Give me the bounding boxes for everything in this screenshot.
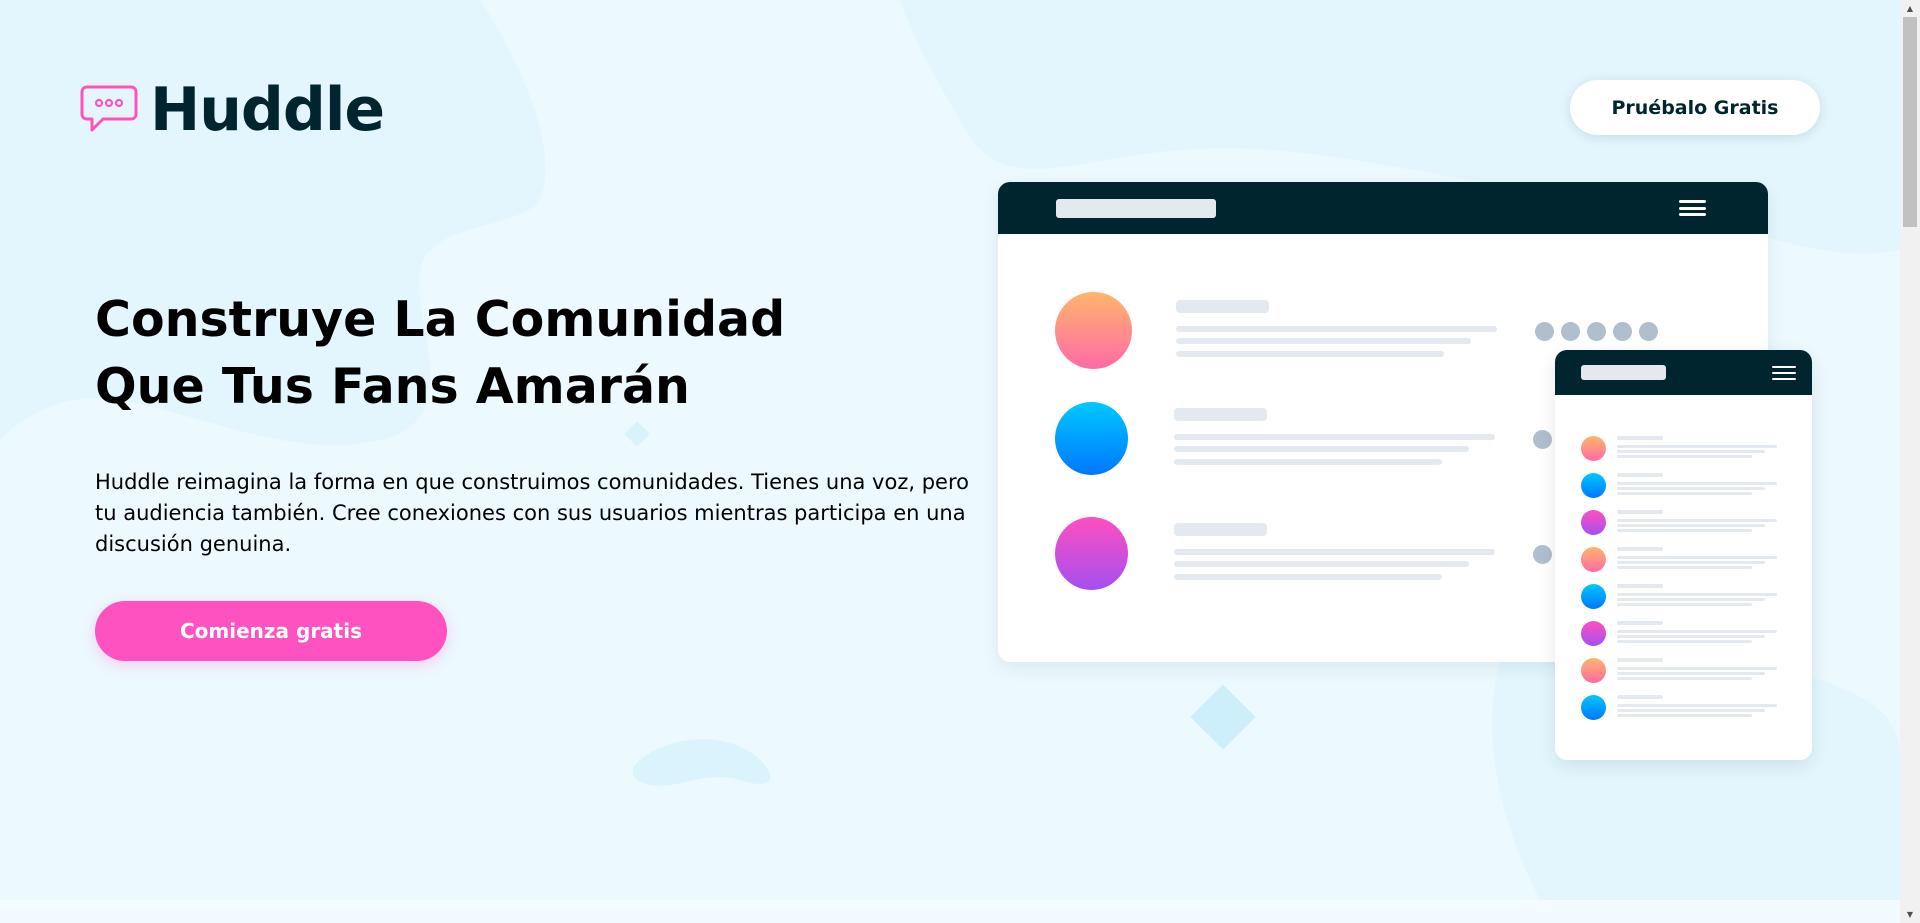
app-mockup-illustration xyxy=(990,170,1820,770)
mobile-list-item xyxy=(1555,473,1812,499)
get-started-button[interactable]: Comienza gratis xyxy=(95,601,447,661)
avatar xyxy=(1055,292,1132,369)
avatar xyxy=(1581,658,1606,683)
scrollbar-thumb[interactable] xyxy=(1903,17,1917,227)
bg-blob-bottom-mid xyxy=(632,739,771,786)
avatar xyxy=(1581,473,1606,498)
mobile-window-mockup xyxy=(1555,350,1812,760)
mobile-list-item xyxy=(1555,695,1812,721)
hero-headline: Construye La Comunidad Que Tus Fans Amar… xyxy=(95,291,786,415)
logo-text: Huddle xyxy=(150,75,385,145)
avatar xyxy=(1055,402,1128,475)
mobile-list-item xyxy=(1555,510,1812,536)
avatar xyxy=(1581,510,1606,535)
avatar xyxy=(1055,517,1128,590)
avatar xyxy=(1581,547,1606,572)
chat-bubble-icon xyxy=(80,85,138,132)
vertical-scrollbar[interactable]: ▲ ▼ xyxy=(1900,0,1920,923)
hero-section: Huddle Pruébalo Gratis Construye La Comu… xyxy=(0,0,1900,900)
avatar xyxy=(1581,621,1606,646)
mobile-list-item xyxy=(1555,547,1812,573)
logo[interactable]: Huddle xyxy=(79,75,385,145)
hero-description: Huddle reimagina la forma en que constru… xyxy=(95,470,969,556)
desktop-window-titlebar xyxy=(998,182,1768,234)
mobile-list-item xyxy=(1555,621,1812,647)
scroll-down-arrow-icon[interactable]: ▼ xyxy=(1900,906,1920,923)
hamburger-menu-icon xyxy=(1679,200,1706,216)
try-free-button[interactable]: Pruébalo Gratis xyxy=(1570,80,1820,135)
mobile-title-placeholder xyxy=(1581,365,1666,380)
avatar xyxy=(1581,436,1606,461)
mobile-list-item xyxy=(1555,436,1812,462)
scroll-up-arrow-icon[interactable]: ▲ xyxy=(1900,0,1920,17)
mobile-window-titlebar xyxy=(1555,350,1812,395)
avatar xyxy=(1581,584,1606,609)
mobile-list-item xyxy=(1555,584,1812,610)
mobile-list-item xyxy=(1555,658,1812,684)
page: Huddle Pruébalo Gratis Construye La Comu… xyxy=(0,0,1900,923)
hamburger-menu-icon xyxy=(1772,366,1796,380)
avatar xyxy=(1581,695,1606,720)
bg-diamond-small xyxy=(624,421,650,447)
desktop-title-placeholder xyxy=(1056,199,1216,218)
